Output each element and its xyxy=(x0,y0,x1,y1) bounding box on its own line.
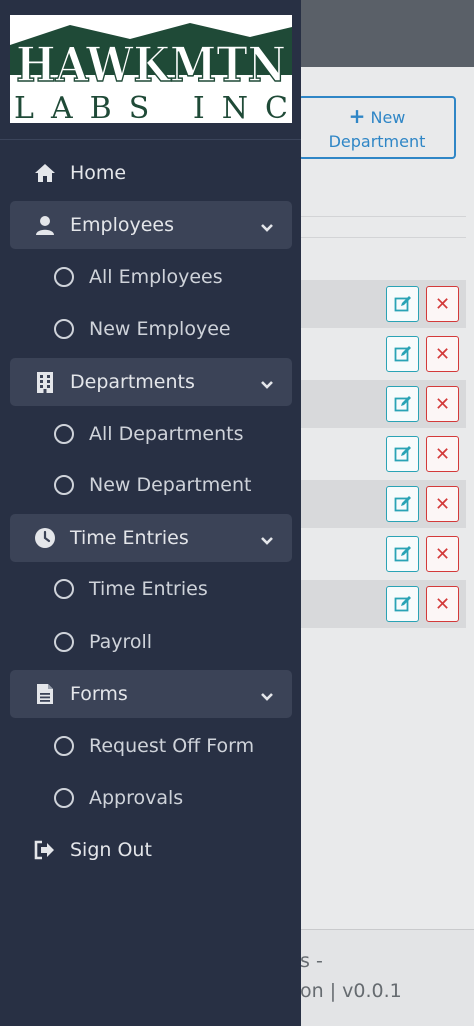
sidebar-item-home[interactable]: Home xyxy=(10,149,292,197)
sidebar-item-label: Approvals xyxy=(89,787,184,809)
edit-button[interactable] xyxy=(386,586,419,622)
sidebar-item-payroll[interactable]: Payroll xyxy=(54,622,152,662)
delete-button[interactable]: ✕ xyxy=(426,536,459,572)
footer-text-2: on | v0.0.1 xyxy=(300,980,402,1002)
sidebar-section-label: Departments xyxy=(70,371,195,393)
svg-text:LABS INC: LABS INC xyxy=(14,91,288,123)
sign-out-icon xyxy=(34,839,56,861)
document-icon xyxy=(34,683,56,705)
sidebar-divider xyxy=(0,139,301,140)
circle-icon xyxy=(54,424,74,444)
circle-icon xyxy=(54,788,74,808)
circle-icon xyxy=(54,579,74,599)
building-icon xyxy=(34,371,56,393)
edit-button[interactable] xyxy=(386,286,419,322)
svg-text:HAWKMTN: HAWKMTN xyxy=(16,37,286,93)
sidebar-section-label: Time Entries xyxy=(70,527,189,549)
chevron-down-icon xyxy=(260,687,274,701)
close-icon: ✕ xyxy=(434,293,451,315)
sidebar-item-request-off-form[interactable]: Request Off Form xyxy=(54,726,254,766)
edit-icon xyxy=(394,546,411,562)
company-logo[interactable]: HAWKMTN LABS INC xyxy=(10,15,292,123)
edit-icon xyxy=(394,596,411,612)
circle-icon xyxy=(54,475,74,495)
new-department-label-2: Department xyxy=(328,132,426,151)
table-divider xyxy=(300,237,466,238)
plus-icon: + xyxy=(348,104,366,128)
sidebar-item-approvals[interactable]: Approvals xyxy=(54,778,183,818)
edit-button[interactable] xyxy=(386,536,419,572)
sidebar-item-label: Home xyxy=(70,162,127,184)
new-department-button[interactable]: + New Department xyxy=(298,96,456,159)
footer-text-1: s - xyxy=(300,950,323,972)
delete-button[interactable]: ✕ xyxy=(426,336,459,372)
sidebar-item-label: Request Off Form xyxy=(89,735,255,757)
chevron-down-icon xyxy=(260,218,274,232)
edit-button[interactable] xyxy=(386,386,419,422)
chevron-down-icon xyxy=(260,531,274,545)
sidebar-item-label: Payroll xyxy=(89,631,153,653)
sidebar-item-label: All Employees xyxy=(89,266,223,288)
close-icon: ✕ xyxy=(434,493,451,515)
edit-icon xyxy=(394,346,411,362)
delete-button[interactable]: ✕ xyxy=(426,286,459,322)
close-icon: ✕ xyxy=(434,343,451,365)
sidebar-item-label: New Department xyxy=(89,474,252,496)
edit-icon xyxy=(394,296,411,312)
edit-icon xyxy=(394,496,411,512)
sidebar-item-label: All Departments xyxy=(89,423,244,445)
close-icon: ✕ xyxy=(434,393,451,415)
sidebar-section-time-entries[interactable]: Time Entries xyxy=(10,514,292,562)
edit-button[interactable] xyxy=(386,336,419,372)
sidebar-item-all-departments[interactable]: All Departments xyxy=(54,414,243,454)
edit-button[interactable] xyxy=(386,486,419,522)
delete-button[interactable]: ✕ xyxy=(426,486,459,522)
sidebar-item-label: Time Entries xyxy=(89,578,208,600)
close-icon: ✕ xyxy=(434,543,451,565)
close-icon: ✕ xyxy=(434,443,451,465)
sidebar-item-all-employees[interactable]: All Employees xyxy=(54,257,223,297)
edit-icon xyxy=(394,446,411,462)
sidebar-section-label: Employees xyxy=(70,214,174,236)
home-icon xyxy=(34,162,56,184)
sidebar-item-label: Sign Out xyxy=(70,839,152,861)
close-icon: ✕ xyxy=(434,593,451,615)
sidebar-item-new-employee[interactable]: New Employee xyxy=(54,309,231,349)
circle-icon xyxy=(54,319,74,339)
circle-icon xyxy=(54,632,74,652)
user-icon xyxy=(34,214,56,236)
circle-icon xyxy=(54,736,74,756)
delete-button[interactable]: ✕ xyxy=(426,386,459,422)
sidebar-section-forms[interactable]: Forms xyxy=(10,670,292,718)
chevron-down-icon xyxy=(260,375,274,389)
sidebar-item-sign-out[interactable]: Sign Out xyxy=(10,826,292,874)
sidebar: HAWKMTN LABS INC Home Employees All Empl… xyxy=(0,0,301,1026)
table-divider xyxy=(300,216,466,217)
new-department-label-1: New xyxy=(370,108,406,127)
sidebar-section-departments[interactable]: Departments xyxy=(10,358,292,406)
edit-button[interactable] xyxy=(386,436,419,472)
delete-button[interactable]: ✕ xyxy=(426,586,459,622)
clock-icon xyxy=(34,527,56,549)
sidebar-section-label: Forms xyxy=(70,683,128,705)
edit-icon xyxy=(394,396,411,412)
circle-icon xyxy=(54,267,74,287)
footer xyxy=(300,929,474,1026)
sidebar-item-label: New Employee xyxy=(89,318,231,340)
sidebar-item-time-entries[interactable]: Time Entries xyxy=(54,569,208,609)
delete-button[interactable]: ✕ xyxy=(426,436,459,472)
sidebar-item-new-department[interactable]: New Department xyxy=(54,465,251,505)
sidebar-section-employees[interactable]: Employees xyxy=(10,201,292,249)
